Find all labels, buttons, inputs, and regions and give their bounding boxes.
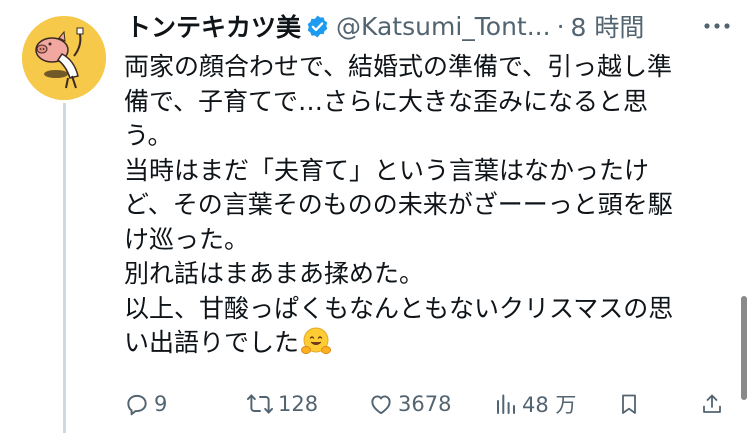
author-name[interactable]: トンテキカツ美	[126, 8, 301, 44]
tweet-timestamp[interactable]: 8 時間	[571, 8, 645, 44]
tweet-text-last-fragment: い出語りでした	[124, 328, 300, 357]
tweet-text-line: 当時はまだ「夫育て」という言葉はなかったけ	[124, 155, 650, 185]
thread-connector-line	[63, 103, 66, 433]
meta-separator: ·	[556, 11, 565, 41]
heart-icon	[371, 395, 391, 415]
views-button[interactable]: 48 万	[494, 386, 576, 422]
like-button[interactable]: 3678	[368, 386, 451, 422]
tweet-header: トンテキカツ美 @Katsumi_Tont... · 8 時間	[126, 6, 644, 46]
tweet-text-line-last: い出語りでした	[124, 326, 724, 361]
tweet-action-bar: 9 128 3678 48 万	[0, 386, 750, 422]
bookmark-button[interactable]	[617, 386, 641, 422]
pig-character-icon	[22, 16, 106, 100]
tweet-text-line: 以上、甘酸っぱくもなんともないクリスマスの思	[124, 293, 674, 323]
tweet-text: 両家の顔合わせで、結婚式の準備で、引っ越し準 備で、子育てで…さらに大きな歪みに…	[124, 50, 724, 361]
bookmark-icon	[622, 394, 636, 414]
scrollbar-thumb[interactable]	[741, 296, 747, 400]
like-count: 3678	[398, 392, 452, 416]
retweet-icon	[246, 394, 274, 414]
hugging-face-emoji-icon	[301, 326, 332, 356]
more-options-button[interactable]	[702, 12, 732, 40]
view-count: 48 万	[522, 393, 577, 417]
reply-button[interactable]: 9	[124, 386, 167, 422]
share-button[interactable]	[700, 386, 724, 422]
verified-badge-icon	[305, 14, 330, 39]
share-upload-icon	[703, 394, 721, 413]
tweet-text-line: 備で、子育てで…さらに大きな歪みになると思	[124, 86, 649, 116]
retweet-button[interactable]: 128	[246, 386, 318, 422]
tweet-text-line: け巡った。	[124, 224, 250, 254]
retweet-count: 128	[278, 392, 319, 416]
tweet-text-line: 両家の顔合わせで、結婚式の準備で、引っ越し準	[124, 52, 673, 81]
analytics-bars-icon	[497, 394, 515, 414]
tweet-text-line: う。	[124, 121, 173, 150]
tweet-text-line: 別れ話はまあまあ揉めた。	[124, 259, 425, 288]
tweet-text-line: ど、その言葉そのものの未来がざーーっと頭を駆	[124, 190, 673, 219]
reply-count: 9	[154, 392, 168, 416]
author-handle[interactable]: @Katsumi_Tont...	[336, 12, 551, 41]
reply-bubble-icon	[127, 394, 147, 416]
ellipsis-icon	[704, 23, 730, 29]
avatar[interactable]	[22, 16, 106, 100]
